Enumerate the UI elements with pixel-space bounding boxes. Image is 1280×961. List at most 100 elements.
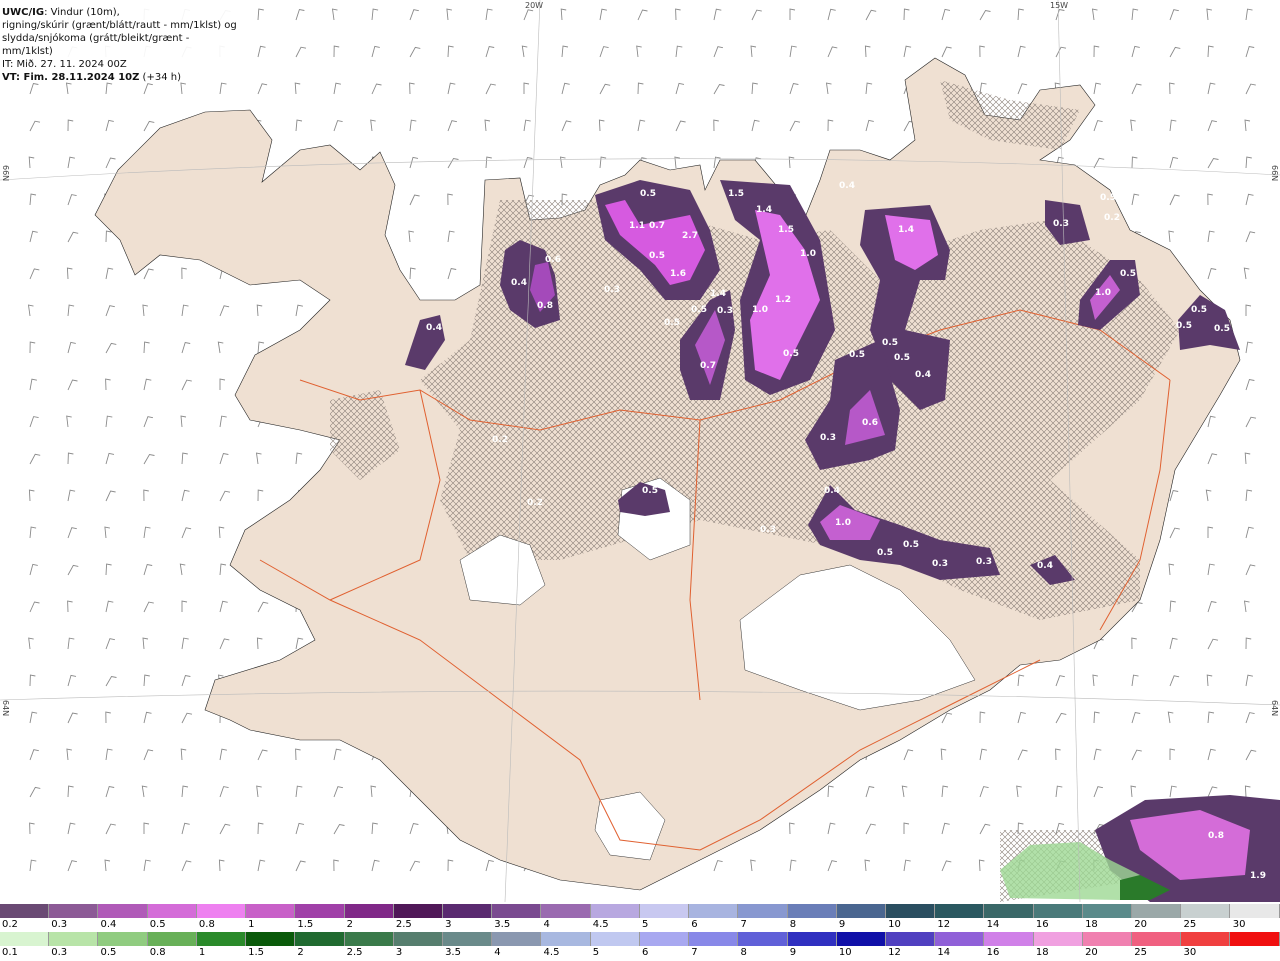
precip-value-label: 0.4	[1037, 561, 1053, 571]
info-line2: rigning/skúrir (grænt/blátt/rautt - mm/1…	[2, 20, 237, 31]
legend-swatch	[836, 932, 886, 946]
snow-legend-bar	[0, 904, 1280, 918]
precip-value-label: 0.3	[820, 433, 836, 443]
precip-value-label: 1.0	[800, 249, 816, 259]
legend-label: 18	[1085, 919, 1098, 930]
precip-value-label: 0.5	[1176, 321, 1192, 331]
legend-label: 14	[937, 947, 951, 958]
precip-value-label: 0.4	[426, 323, 442, 333]
precip-value-label: 0.5	[1191, 305, 1207, 315]
legend-label: 6	[691, 919, 698, 930]
legend-label: 0.1	[2, 947, 18, 958]
legend-label: 0.5	[149, 919, 166, 930]
precip-value-label: 0.8	[537, 301, 553, 311]
legend-swatch	[590, 904, 640, 918]
legend-swatch	[393, 904, 443, 918]
legend-swatch	[442, 904, 493, 918]
legend-label: 16	[986, 947, 1000, 958]
rain-legend-bar	[0, 932, 1280, 946]
precip-value-label: 0.4	[824, 486, 840, 496]
precip-value-label: 1.9	[1250, 871, 1266, 881]
legend-label: 1.5	[297, 919, 314, 930]
legend-swatch	[147, 904, 197, 918]
legend-swatch	[1132, 904, 1182, 918]
legend-label: 12	[888, 947, 901, 958]
precip-value-label: 0.5	[640, 189, 656, 199]
legend-swatch	[98, 932, 148, 946]
grid-label-64n-left: 64N	[1, 700, 10, 717]
legend-swatch	[935, 904, 985, 918]
legend-swatch	[639, 904, 690, 918]
precip-value-label: 0.4	[915, 370, 931, 380]
legend-swatch	[1230, 932, 1280, 946]
precip-value-label: 0.7	[649, 221, 665, 231]
precip-value-label: 0.5	[882, 338, 898, 348]
legend-swatch	[196, 932, 247, 946]
precip-value-label: 0.3	[932, 559, 948, 569]
grid-label-20w: 20W	[525, 1, 544, 10]
legend-label: 0.5	[100, 947, 117, 958]
model-name: UWC/IG	[2, 7, 45, 18]
legend-label: 1.5	[248, 947, 265, 958]
precip-value-label: 0.7	[700, 361, 716, 371]
legend-label: 2	[346, 919, 353, 930]
legend-swatch	[639, 932, 690, 946]
legend-label: 4.5	[543, 947, 560, 958]
precip-value-label: 0.5	[691, 305, 707, 315]
legend-swatch	[49, 904, 99, 918]
legend-label: 9	[838, 919, 846, 930]
precip-value-label: 0.5	[849, 350, 865, 360]
legend-swatch	[1082, 904, 1133, 918]
precip-value-label: 0.2	[492, 435, 508, 445]
precip-value-label: 0.5	[1214, 324, 1230, 334]
legend-label: 0.4	[100, 919, 117, 930]
legend-swatch	[590, 932, 640, 946]
legend-swatch	[1082, 932, 1133, 946]
legend-label: 5	[592, 947, 600, 958]
precip-value-label: 0.3	[604, 285, 620, 295]
precip-value-label: 0.5	[642, 486, 658, 496]
legend-swatch	[1132, 932, 1182, 946]
legend-swatch	[344, 932, 394, 946]
precip-value-label: 1.5	[728, 189, 744, 199]
precip-value-label: 0.6	[545, 255, 561, 265]
precip-value-label: 0.5	[1120, 269, 1136, 279]
forecast-hour: (+34 h)	[139, 72, 181, 83]
legend-label: 8	[740, 947, 747, 958]
legend-swatch	[1181, 932, 1231, 946]
legend-swatch	[492, 932, 542, 946]
legend-label: 3.5	[445, 947, 461, 958]
legend-label: 1	[198, 947, 206, 958]
legend-label: 0.3	[51, 947, 68, 958]
weather-map: 0.5 1.1 0.7 0.5 2.7 1.6 0.5 0.3 1.4 1.4 1.5 1.0 1.2 1…	[0, 0, 1280, 903]
map-info-box: UWC/IG: Vindur (10m), rigning/skúrir (gr…	[0, 0, 238, 83]
legend-label: 30	[1183, 947, 1197, 958]
precip-value-label: 1.0	[835, 518, 851, 528]
legend-label: 8	[789, 919, 797, 930]
legend-label: 30	[1232, 919, 1246, 930]
legend-label: 2	[297, 947, 304, 958]
legend-swatch	[836, 904, 886, 918]
precip-value-label: 0.4	[511, 278, 527, 288]
legend-label: 9	[789, 947, 797, 958]
precip-value-label: 2.7	[682, 231, 698, 241]
legend-label: 0.8	[149, 947, 166, 958]
legend-label: 20	[1134, 919, 1148, 930]
legend-label: 2.5	[346, 947, 363, 958]
info-line1: : Vindur (10m),	[44, 7, 120, 18]
legend-label: 18	[1035, 947, 1049, 958]
legend-swatch	[787, 904, 837, 918]
legend-label: 4	[543, 919, 550, 930]
precip-value-label: 0.5	[877, 548, 893, 558]
precip-value-label: 1.6	[670, 269, 686, 279]
grid-label-66n-left: 66N	[1, 165, 10, 182]
precip-value-label: 0.8	[1208, 831, 1224, 841]
color-legend: 0.2 0.3 0.4 0.5 0.8 1 1.5 2 2.5 3 3.5 4 4.5 5 6 7 8 9 10 12…	[0, 902, 1280, 960]
precip-value-label: 1.0	[1095, 288, 1111, 298]
legend-label: 0.3	[51, 919, 68, 930]
precip-value-label: 0.4	[839, 181, 855, 191]
precip-value-label: 0.6	[862, 418, 878, 428]
legend-swatch	[885, 932, 936, 946]
precip-value-label: 0.5	[664, 318, 680, 328]
grid-label-66n-right: 66N	[1270, 165, 1279, 182]
